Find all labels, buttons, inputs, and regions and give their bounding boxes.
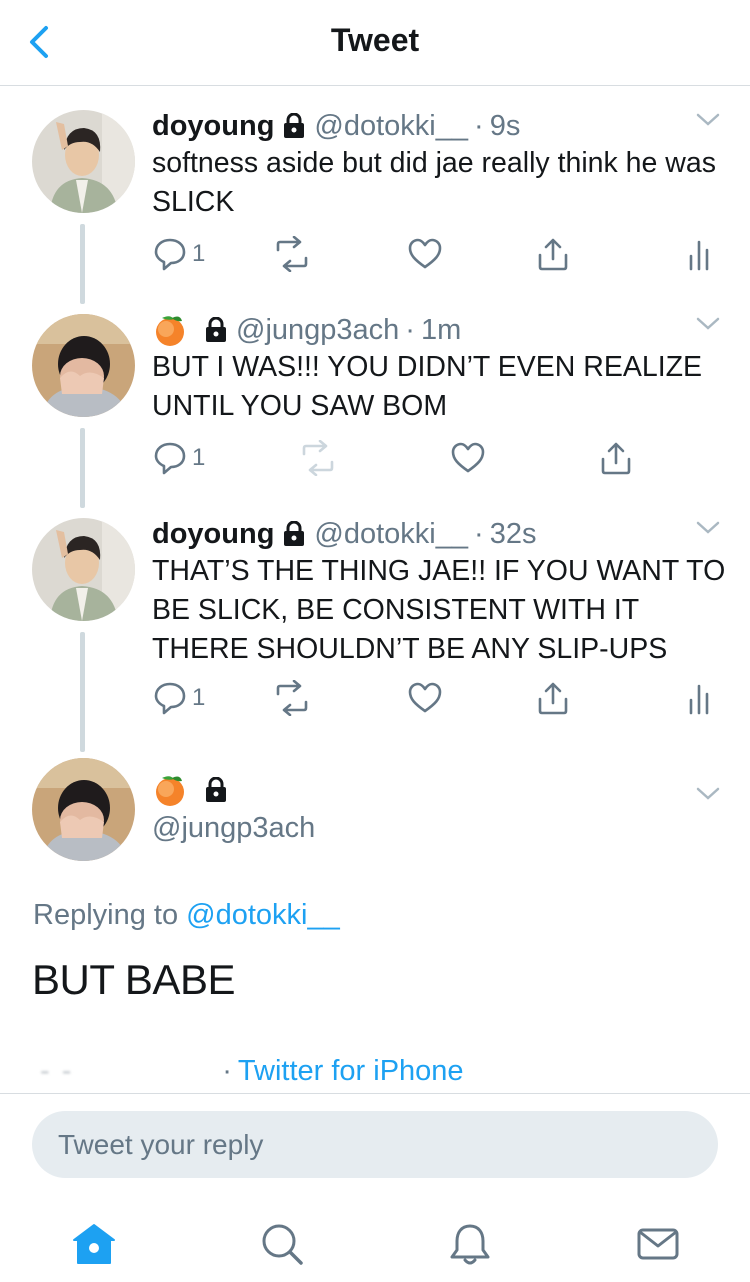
tweet-actions: 1 (152, 678, 722, 718)
reply-count: 1 (192, 240, 206, 267)
search-icon (262, 1224, 303, 1265)
separator-dot: · (474, 517, 484, 550)
analytics-button[interactable] (687, 678, 711, 718)
retweet-icon (302, 440, 334, 476)
like-icon (451, 442, 485, 473)
avatar[interactable] (32, 314, 135, 417)
home-icon (73, 1224, 115, 1264)
lock-icon (206, 777, 226, 802)
share-button[interactable] (535, 678, 571, 718)
messages-icon (637, 1228, 679, 1260)
retweet-button[interactable] (272, 678, 312, 718)
display-name[interactable]: doyoung (152, 518, 274, 551)
chevron-down-icon[interactable] (694, 110, 722, 130)
avatar[interactable] (32, 518, 135, 621)
peach-emoji-icon (156, 776, 184, 806)
handle[interactable]: @dotokki__ (314, 518, 468, 551)
bottom-tab-bar (0, 1200, 750, 1282)
chevron-down-icon[interactable] (694, 784, 722, 804)
reply-icon (154, 442, 186, 475)
timestamp: 9s (489, 109, 521, 142)
share-icon (538, 682, 568, 715)
reply-icon (154, 682, 186, 715)
analytics-icon (689, 684, 709, 715)
thread-tweet[interactable]: @jungp3ach · 1m BUT I WAS!!! YOU DIDN’T … (0, 310, 750, 500)
main-tweet-text: BUT BABE (32, 956, 235, 1003)
retweet-button (298, 438, 338, 478)
tweet-actions: 1 (152, 234, 722, 274)
tweet-text: BUT I WAS!!! YOU DIDN’T EVEN REALIZE UNT… (152, 351, 703, 422)
retweet-icon (276, 236, 308, 272)
main-tweet-handle-row: @jungp3ach (152, 808, 315, 848)
page-title: Tweet (330, 22, 420, 58)
main-tweet: @jungp3ach (0, 756, 750, 866)
handle[interactable]: @dotokki__ (314, 110, 468, 143)
separator-dot: · (405, 313, 415, 346)
like-icon (408, 682, 442, 713)
tweet-timestamp-row: - - · Twitter for iPhone (30, 1052, 464, 1090)
display-name[interactable]: doyoung (152, 110, 274, 143)
lock-icon (284, 521, 305, 546)
tab-home[interactable] (70, 1220, 118, 1268)
like-button[interactable] (407, 234, 443, 274)
separator-dot: · (474, 109, 484, 142)
divider (0, 1093, 750, 1094)
chevron-down-icon[interactable] (694, 314, 722, 334)
tab-notifications[interactable] (446, 1220, 494, 1268)
share-button[interactable] (535, 234, 571, 274)
tweet-meta: doyoung @dotokki__ · 32s (152, 514, 536, 554)
obscured-timestamp: - - (30, 1054, 215, 1087)
chevron-down-icon[interactable] (694, 518, 722, 538)
replying-to-label: Replying to (33, 899, 179, 931)
replying-to: Replying to @dotokki__ (33, 899, 340, 932)
tab-messages[interactable] (634, 1220, 682, 1268)
source-app-link[interactable]: Twitter for iPhone (238, 1055, 464, 1088)
handle[interactable]: @jungp3ach (236, 314, 399, 347)
replying-to-mention[interactable]: @dotokki__ (186, 899, 340, 931)
share-icon (538, 238, 568, 271)
thread-tweet[interactable]: doyoung @dotokki__ · 9s softness aside b… (0, 106, 750, 296)
tweet-meta: @jungp3ach · 1m (152, 310, 461, 350)
analytics-icon (689, 240, 709, 271)
tab-search[interactable] (258, 1220, 306, 1268)
reply-count: 1 (192, 444, 206, 471)
like-button[interactable] (407, 678, 443, 718)
reply-button[interactable]: 1 (152, 234, 205, 274)
reply-button[interactable]: 1 (152, 678, 205, 718)
lock-icon (206, 317, 226, 342)
like-button[interactable] (450, 438, 486, 478)
timestamp: 1m (420, 313, 462, 346)
avatar[interactable] (32, 110, 135, 213)
avatar[interactable] (32, 758, 135, 861)
handle[interactable]: @jungp3ach (152, 812, 315, 845)
reply-button[interactable]: 1 (152, 438, 205, 478)
lock-icon (284, 113, 305, 138)
reply-icon (154, 238, 186, 271)
thread-tweet[interactable]: doyoung @dotokki__ · 32s THAT’S THE THIN… (0, 514, 750, 744)
source-separator: · (222, 1054, 232, 1087)
share-icon (601, 442, 631, 475)
tweet-text: THAT’S THE THING JAE!! IF YOU WANT TO BE… (152, 555, 726, 665)
main-tweet-author (152, 770, 236, 810)
like-icon (408, 238, 442, 269)
top-bar: Tweet (0, 0, 750, 86)
retweet-button[interactable] (272, 234, 312, 274)
reply-count: 1 (192, 684, 206, 711)
tweet-actions: 1 (152, 438, 722, 478)
tweet-meta: doyoung @dotokki__ · 9s (152, 106, 520, 146)
notifications-icon (450, 1224, 490, 1265)
retweet-icon (276, 680, 308, 716)
tweet-text: softness aside but did jae really think … (152, 147, 716, 218)
analytics-button[interactable] (687, 234, 711, 274)
reply-placeholder: Tweet your reply (58, 1128, 264, 1160)
share-button[interactable] (598, 438, 634, 478)
timestamp: 32s (489, 517, 537, 550)
peach-emoji-icon (156, 316, 184, 346)
reply-input[interactable]: Tweet your reply (32, 1111, 718, 1178)
